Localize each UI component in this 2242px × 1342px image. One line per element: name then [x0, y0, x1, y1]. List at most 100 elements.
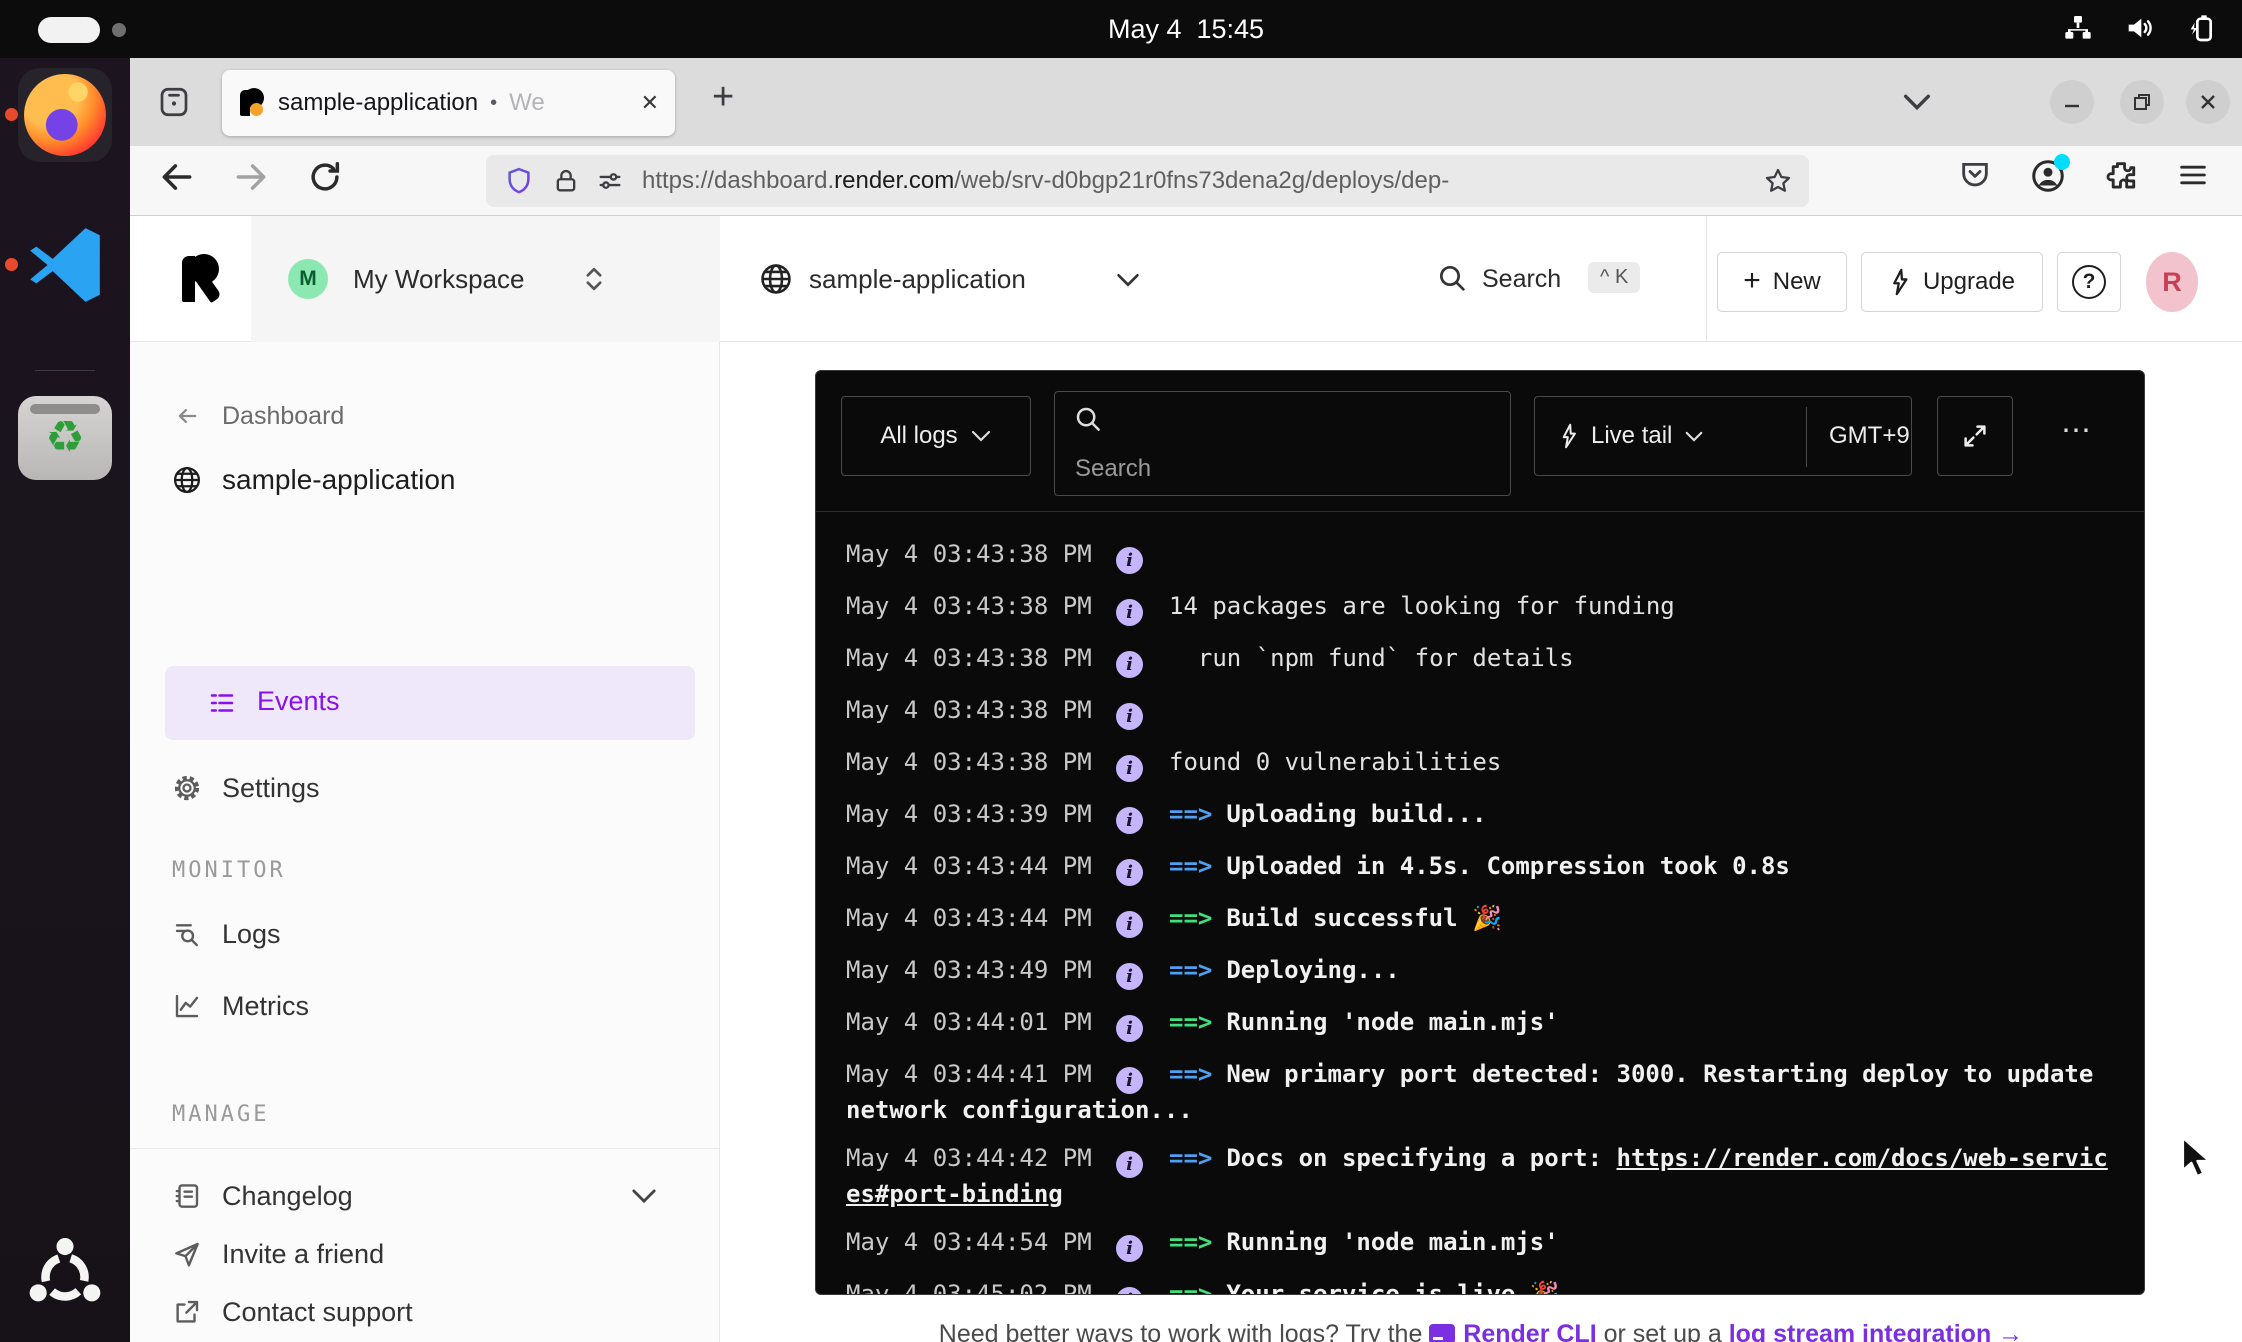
- log-message: Running 'node main.mjs': [1226, 1008, 1558, 1036]
- url-fade: [1655, 155, 1745, 207]
- log-message: found 0 vulnerabilities: [1169, 748, 1501, 776]
- new-tab-button[interactable]: +: [712, 76, 734, 119]
- menu-hamburger-icon[interactable]: [2176, 158, 2210, 192]
- info-icon: i: [1116, 963, 1143, 990]
- sidebar-item-settings[interactable]: Settings: [130, 762, 720, 814]
- log-row: May 4 03:43:38 PMi14 packages are lookin…: [846, 590, 2114, 626]
- sidebar-service-title[interactable]: sample-application: [130, 454, 720, 506]
- dock-divider: [35, 370, 95, 371]
- user-avatar[interactable]: R: [2146, 252, 2198, 312]
- upgrade-button[interactable]: Upgrade: [1861, 252, 2043, 312]
- section-manage: MANAGE: [172, 1102, 269, 1127]
- log-timestamp: May 4 03:43:38 PM: [846, 538, 1094, 570]
- changelog-label: Changelog: [222, 1181, 353, 1212]
- bolt-icon: [1559, 423, 1579, 449]
- tab-title-truncated: We: [509, 89, 545, 117]
- bolt-icon: [1889, 268, 1911, 296]
- ubuntu-logo[interactable]: [18, 1230, 112, 1324]
- account-icon[interactable]: [2030, 158, 2066, 194]
- log-row: May 4 03:43:49 PMi==>Deploying...: [846, 954, 2114, 990]
- minimize-button[interactable]: [2050, 80, 2094, 124]
- log-message: 14 packages are looking for funding: [1169, 592, 1675, 620]
- back-arrow-icon: [172, 401, 202, 431]
- info-icon: i: [1116, 1151, 1143, 1178]
- log-timestamp: May 4 03:43:49 PM: [846, 954, 1094, 986]
- url-bar[interactable]: https://dashboard.render.com/web/srv-d0b…: [486, 155, 1809, 207]
- extensions-puzzle-icon[interactable]: [2104, 158, 2138, 192]
- log-timestamp: May 4 03:44:41 PM: [846, 1058, 1094, 1090]
- lock-icon[interactable]: [552, 167, 580, 195]
- search-icon: [1073, 404, 1103, 434]
- changelog-chevron-down-icon[interactable]: [630, 1187, 658, 1205]
- tab-close-icon[interactable]: ✕: [641, 90, 659, 116]
- new-button[interactable]: + New: [1717, 252, 1847, 312]
- system-clock[interactable]: May 4 15:45: [0, 14, 2242, 45]
- tab-favicon-render: [238, 88, 266, 118]
- account-notification-dot: [2054, 154, 2070, 170]
- log-rows[interactable]: May 4 03:43:38 PMi May 4 03:43:38 PMi14 …: [816, 512, 2144, 1294]
- mouse-cursor: [2180, 1136, 2216, 1180]
- footer-arrow: →: [1991, 1320, 2023, 1342]
- info-icon: i: [1116, 755, 1143, 782]
- info-icon: i: [1116, 911, 1143, 938]
- search-icon[interactable]: [1436, 262, 1468, 294]
- permissions-icon[interactable]: [596, 167, 624, 195]
- globe-icon: [759, 262, 793, 296]
- forward-icon[interactable]: [232, 158, 270, 196]
- navigation-toolbar: https://dashboard.render.com/web/srv-d0b…: [130, 146, 2242, 216]
- firefox-view-icon[interactable]: [156, 84, 192, 120]
- globe-icon: [172, 465, 202, 495]
- reload-icon[interactable]: [306, 158, 344, 196]
- trash-app-icon[interactable]: ♻: [18, 396, 112, 480]
- dock: ♻: [0, 58, 130, 1342]
- live-tail-timezone-control[interactable]: Live tail GMT+9: [1534, 396, 1912, 476]
- sidebar-item-events[interactable]: Events: [165, 666, 695, 740]
- bookmark-star-icon[interactable]: [1763, 166, 1793, 196]
- firefox-logo: [24, 74, 106, 156]
- log-row: May 4 03:43:38 PMi: [846, 694, 2114, 730]
- render-cli-link[interactable]: Render CLI: [1463, 1320, 1596, 1342]
- log-timestamp: May 4 03:43:44 PM: [846, 850, 1094, 882]
- footer-text: Need better ways to work with logs? Try …: [939, 1320, 1430, 1342]
- log-row: May 4 03:43:44 PMi==>Uploaded in 4.5s. C…: [846, 850, 2114, 886]
- more-options-icon[interactable]: ⋯: [2061, 413, 2093, 448]
- logs-footer-hint: Need better ways to work with logs? Try …: [720, 1320, 2242, 1342]
- info-icon: i: [1116, 807, 1143, 834]
- log-stream-link[interactable]: log stream integration: [1729, 1320, 1992, 1342]
- service-switcher-name[interactable]: sample-application: [809, 264, 1026, 295]
- system-tray[interactable]: [2062, 12, 2218, 44]
- back-icon[interactable]: [158, 158, 196, 196]
- firefox-app-icon[interactable]: [18, 68, 112, 162]
- log-timestamp: May 4 03:43:39 PM: [846, 798, 1094, 830]
- maximize-button[interactable]: [2120, 80, 2164, 124]
- log-timestamp: May 4 03:44:01 PM: [846, 1006, 1094, 1038]
- tracking-shield-icon[interactable]: [504, 166, 534, 196]
- sidebar-item-changelog[interactable]: Changelog: [130, 1170, 720, 1222]
- sidebar-item-support[interactable]: Contact support: [130, 1286, 720, 1338]
- log-message: Deploying...: [1226, 956, 1399, 984]
- log-search-box[interactable]: Search: [1054, 391, 1511, 496]
- active-tab[interactable]: sample-application • We ✕: [222, 70, 675, 136]
- service-chevron-down-icon[interactable]: [1115, 271, 1141, 289]
- search-label[interactable]: Search: [1482, 265, 1561, 294]
- log-row: May 4 03:44:01 PMi==>Running 'node main.…: [846, 1006, 2114, 1042]
- log-filter-dropdown[interactable]: All logs: [841, 396, 1031, 476]
- render-logo[interactable]: [182, 254, 226, 304]
- vscode-app-icon[interactable]: [18, 218, 112, 312]
- log-row: May 4 03:44:54 PMi==>Running 'node main.…: [846, 1226, 2114, 1262]
- sidebar-item-invite[interactable]: Invite a friend: [130, 1228, 720, 1280]
- events-label: Events: [257, 686, 340, 717]
- pocket-icon[interactable]: [1958, 158, 1992, 192]
- timezone-label[interactable]: GMT+9: [1829, 422, 1910, 450]
- help-button[interactable]: ?: [2057, 252, 2121, 312]
- sidebar-item-logs[interactable]: Logs: [130, 908, 720, 960]
- expand-logs-button[interactable]: [1937, 396, 2013, 476]
- paper-plane-icon: [172, 1239, 202, 1269]
- close-window-button[interactable]: [2186, 80, 2230, 124]
- sidebar-item-metrics[interactable]: Metrics: [130, 980, 720, 1032]
- workspace-switcher[interactable]: M My Workspace: [251, 216, 720, 342]
- log-arrow: ==>: [1169, 852, 1212, 880]
- events-list-icon: [207, 688, 237, 718]
- sidebar-back-dashboard[interactable]: Dashboard: [130, 390, 720, 442]
- list-tabs-chevron-icon[interactable]: [1900, 90, 1934, 114]
